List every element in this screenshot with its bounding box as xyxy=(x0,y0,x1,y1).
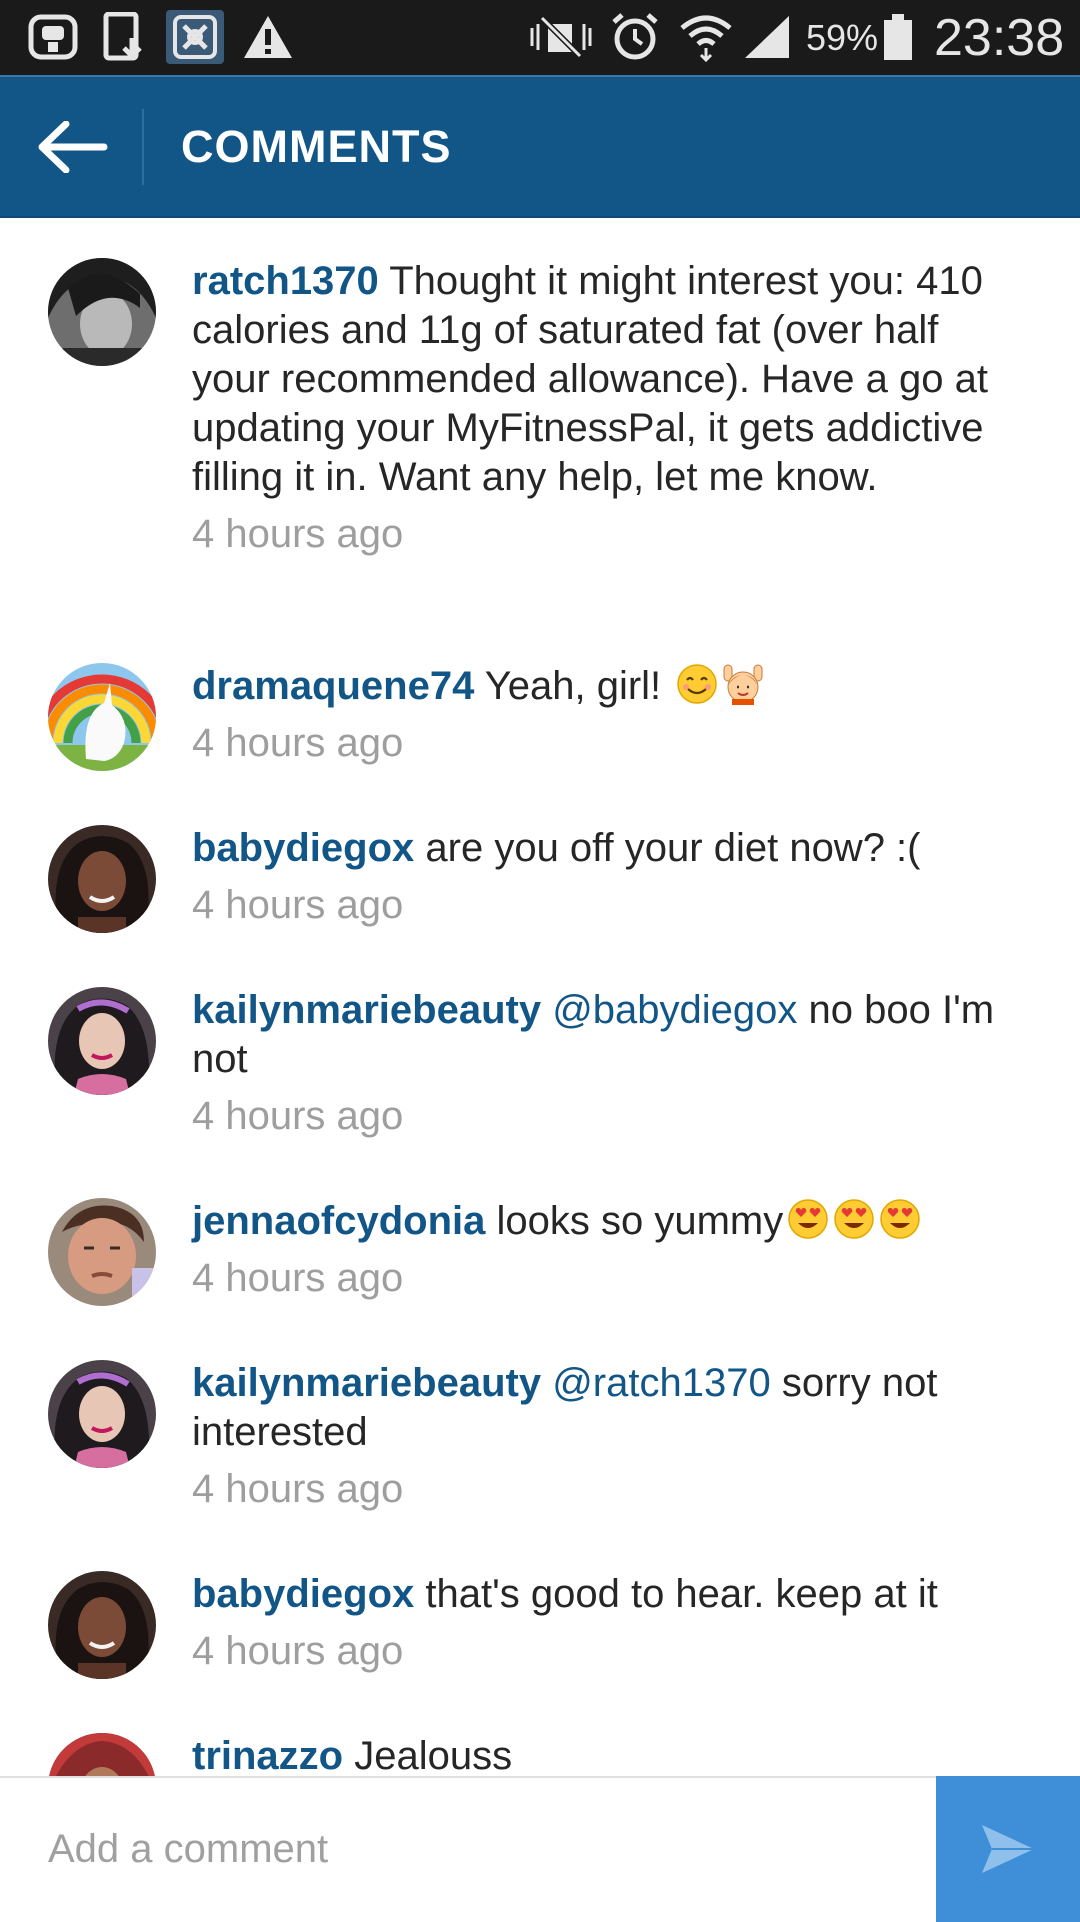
send-arrow-icon xyxy=(982,1825,1034,1873)
phone-download-icon xyxy=(98,10,152,64)
comment-content: kailynmariebeauty @babydiegox no boo I'm… xyxy=(192,986,1022,1141)
comment-username[interactable]: kailynmariebeauty xyxy=(192,988,541,1032)
comment-content: babydiegox that's good to hear. keep at … xyxy=(192,1570,1022,1676)
heart-eyes-emoji xyxy=(880,1199,921,1239)
comment-item: babydiegox that's good to hear. keep at … xyxy=(0,1531,1080,1693)
battery-icon xyxy=(880,10,916,64)
comment-content: jennaofcydonia looks so yummy 4 hours ag… xyxy=(192,1197,1022,1303)
comment-item: trinazzo Jealouss xyxy=(0,1693,1080,1776)
wifi-icon xyxy=(676,10,736,64)
comment-text: Yeah, girl! xyxy=(484,664,662,708)
comment-item: kailynmariebeauty @babydiegox no boo I'm… xyxy=(0,947,1080,1158)
comment-mention[interactable]: @ratch1370 xyxy=(552,1361,771,1405)
comment-item: dramaquene74 Yeah, girl! 4 hours ago xyxy=(0,623,1080,785)
comment-item: jennaofcydonia looks so yummy 4 hours ag… xyxy=(0,1158,1080,1320)
heart-eyes-emoji xyxy=(788,1199,829,1239)
comment-username[interactable]: kailynmariebeauty xyxy=(192,1361,541,1405)
alarm-icon xyxy=(606,10,664,64)
comment-timestamp: 4 hours ago xyxy=(192,721,404,765)
avatar[interactable] xyxy=(48,1198,156,1306)
signal-icon xyxy=(742,10,792,64)
comment-timestamp: 4 hours ago xyxy=(192,1467,404,1511)
avatar[interactable] xyxy=(48,1733,156,1776)
comment-text: that's good to hear. keep at it xyxy=(425,1572,938,1616)
comment-content: dramaquene74 Yeah, girl! 4 hours ago xyxy=(192,662,1022,768)
mute-icon xyxy=(526,10,596,64)
comment-timestamp: 4 hours ago xyxy=(192,883,404,927)
arrow-left-icon xyxy=(38,121,107,173)
comment-composer xyxy=(0,1776,1080,1922)
comment-input[interactable] xyxy=(0,1778,935,1920)
comment-timestamp: 4 hours ago xyxy=(192,512,404,556)
screen-capture-icon xyxy=(166,10,224,64)
comment-username[interactable]: trinazzo xyxy=(192,1734,343,1776)
avatar[interactable] xyxy=(48,663,156,771)
header-divider xyxy=(142,109,144,185)
person-raising-hands-emoji xyxy=(723,664,763,705)
avatar[interactable] xyxy=(48,825,156,933)
comment-item: ratch1370 Thought it might interest you:… xyxy=(0,218,1080,623)
warning-icon xyxy=(240,10,296,64)
avatar[interactable] xyxy=(48,258,156,366)
page-title: COMMENTS xyxy=(181,120,452,172)
comment-username[interactable]: ratch1370 xyxy=(192,259,379,303)
comment-username[interactable]: babydiegox xyxy=(192,1572,414,1616)
comment-username[interactable]: dramaquene74 xyxy=(192,664,474,708)
heart-eyes-emoji xyxy=(834,1199,875,1239)
send-button[interactable] xyxy=(936,1776,1080,1922)
status-bar: 59% 23:38 xyxy=(0,0,1080,75)
comment-content: trinazzo Jealouss xyxy=(192,1732,1022,1776)
comment-content: ratch1370 Thought it might interest you:… xyxy=(192,257,1022,559)
avatar[interactable] xyxy=(48,1360,156,1468)
comment-username[interactable]: jennaofcydonia xyxy=(192,1199,485,1243)
avatar[interactable] xyxy=(48,1571,156,1679)
comment-timestamp: 4 hours ago xyxy=(192,1256,404,1300)
comment-item: kailynmariebeauty @ratch1370 sorry not i… xyxy=(0,1320,1080,1531)
comment-text: are you off your diet now? :( xyxy=(425,826,921,870)
battery-percent: 59% xyxy=(806,16,879,58)
voicemail-icon xyxy=(26,10,80,64)
comment-timestamp: 4 hours ago xyxy=(192,1629,404,1673)
comment-username[interactable]: babydiegox xyxy=(192,826,414,870)
comment-content: kailynmariebeauty @ratch1370 sorry not i… xyxy=(192,1359,1022,1514)
comment-text: looks so yummy xyxy=(496,1199,784,1243)
comment-item: babydiegox are you off your diet now? :(… xyxy=(0,785,1080,947)
comment-content: babydiegox are you off your diet now? :(… xyxy=(192,824,1022,930)
avatar[interactable] xyxy=(48,987,156,1095)
comment-timestamp: 4 hours ago xyxy=(192,1094,404,1138)
comment-mention[interactable]: @babydiegox xyxy=(552,988,797,1032)
app-header: COMMENTS xyxy=(0,75,1080,218)
comment-text: Jealouss xyxy=(354,1734,513,1776)
smiling-face-emoji xyxy=(677,664,718,704)
comments-list[interactable]: ratch1370 Thought it might interest you:… xyxy=(0,218,1080,1776)
back-button[interactable] xyxy=(20,97,125,197)
clock: 23:38 xyxy=(934,8,1065,67)
